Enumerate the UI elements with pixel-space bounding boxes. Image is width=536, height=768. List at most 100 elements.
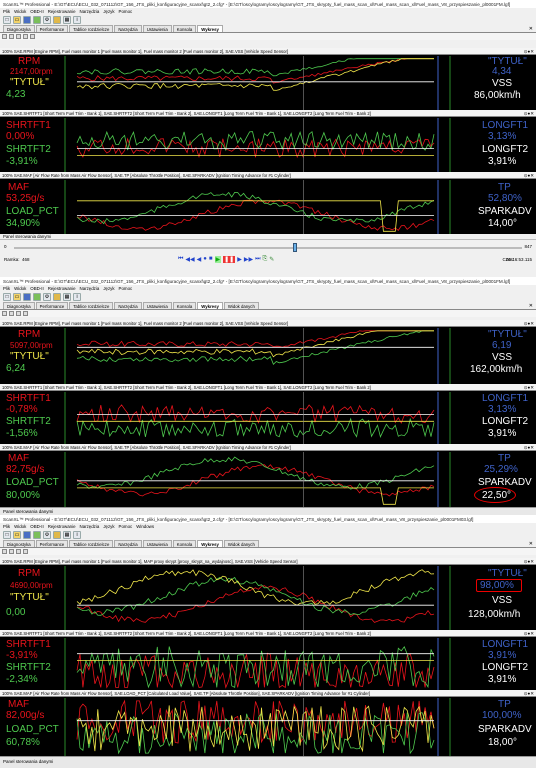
last-frame-icon[interactable]: ⏭	[255, 256, 260, 263]
record-icon[interactable]: ●	[203, 256, 207, 263]
panel-controls-icon[interactable]: ⊙●✕	[524, 445, 534, 450]
close-icon[interactable]: ✕	[529, 303, 533, 309]
settings-icon[interactable]: ⚙	[43, 15, 51, 24]
menu-logging[interactable]: Rejestrowanie	[48, 524, 76, 529]
tab-console[interactable]: Konsola	[172, 540, 197, 547]
export-icon[interactable]	[23, 549, 28, 554]
panel-controls-icon[interactable]: ⊙●✕	[524, 111, 534, 116]
zoom-icon[interactable]	[2, 311, 7, 316]
tab-diagnostics[interactable]: Diagnostyka	[3, 302, 35, 309]
menu-view[interactable]: Widok	[14, 9, 26, 14]
tab-performance[interactable]: Performance	[35, 302, 69, 309]
connect-icon[interactable]	[33, 292, 41, 301]
tab-performance[interactable]: Performance	[35, 540, 69, 547]
menu-tools[interactable]: Narzędzia	[80, 524, 100, 529]
menu-language[interactable]: Język	[103, 524, 114, 529]
chart-fueltrim-2[interactable]	[63, 392, 464, 444]
menu-obd[interactable]: OBD-II	[30, 524, 43, 529]
chart-rpm-2[interactable]	[63, 328, 464, 384]
tab-tools[interactable]: Narzędzia	[114, 540, 142, 547]
tab-console[interactable]: Konsola	[172, 25, 197, 32]
chart-fueltrim-1[interactable]	[63, 118, 464, 172]
new-icon[interactable]: □	[3, 530, 11, 539]
stop-icon[interactable]: ■	[209, 256, 213, 263]
tab-settings[interactable]: Ustawienia	[142, 302, 172, 309]
record-icon[interactable]	[53, 15, 61, 24]
tab-charts[interactable]: Wykresy	[197, 302, 223, 309]
panel-controls-icon[interactable]: ⊙●✕	[524, 49, 534, 54]
tab-diagnostics[interactable]: Diagnostyka	[3, 25, 35, 32]
export-icon[interactable]	[23, 311, 28, 316]
menu-language[interactable]: Język	[103, 286, 114, 291]
zoom-icon[interactable]	[2, 34, 7, 39]
info-icon[interactable]: i	[73, 15, 81, 24]
print-icon[interactable]	[16, 311, 21, 316]
open-icon[interactable]: ▭	[13, 15, 21, 24]
menu-obd[interactable]: OBD-II	[30, 286, 43, 291]
tab-charts[interactable]: Wykresy	[197, 540, 223, 547]
menu-logging[interactable]: Rejestrowanie	[48, 9, 76, 14]
pan-icon[interactable]	[9, 549, 14, 554]
menu-logging[interactable]: Rejestrowanie	[48, 286, 76, 291]
tab-tools[interactable]: Narzędzia	[114, 25, 142, 32]
menu-tools[interactable]: Narzędzia	[80, 286, 100, 291]
connect-icon[interactable]	[33, 530, 41, 539]
tab-charts[interactable]: Wykresy	[197, 25, 223, 32]
new-icon[interactable]: □	[3, 292, 11, 301]
panel-controls-icon[interactable]: ⊙●✕	[524, 559, 534, 564]
grid-icon[interactable]: ▦	[63, 15, 71, 24]
tab-diagnostics[interactable]: Diagnostyka	[3, 540, 35, 547]
layout-icon[interactable]	[30, 34, 35, 39]
new-icon[interactable]: □	[3, 15, 11, 24]
tab-dashboards[interactable]: Tablice rozdzielcze	[69, 25, 114, 32]
menu-file[interactable]: Plik	[3, 9, 10, 14]
menu-help[interactable]: Pomoc	[119, 9, 133, 14]
zoom-icon[interactable]	[2, 549, 7, 554]
info-icon[interactable]: i	[73, 530, 81, 539]
tab-dashboards[interactable]: Tablice rozdzielcze	[69, 540, 114, 547]
marker-icon[interactable]: ✎	[269, 256, 274, 263]
tab-console[interactable]: Konsola	[172, 302, 197, 309]
pan-icon[interactable]	[9, 34, 14, 39]
tab-data-view[interactable]: Widok danych	[223, 540, 259, 547]
timeline-slider[interactable]	[293, 243, 298, 252]
export-icon[interactable]	[23, 34, 28, 39]
panel-controls-icon[interactable]: ⊙●✕	[524, 321, 534, 326]
open-icon[interactable]: ▭	[13, 530, 21, 539]
chart-rpm-1[interactable]	[63, 56, 464, 110]
settings-icon[interactable]: ⚙	[43, 530, 51, 539]
menu-file[interactable]: Plik	[3, 524, 10, 529]
tab-dashboards[interactable]: Tablice rozdzielcze	[69, 302, 114, 309]
save-icon[interactable]	[23, 292, 31, 301]
save-icon[interactable]	[23, 530, 31, 539]
tab-performance[interactable]: Performance	[35, 25, 69, 32]
tab-tools[interactable]: Narzędzia	[114, 302, 142, 309]
pause-icon[interactable]: ❚❚	[223, 256, 236, 263]
chart-fueltrim-3[interactable]	[63, 638, 464, 690]
save-icon[interactable]	[23, 15, 31, 24]
chart-rpm-3[interactable]	[63, 566, 464, 630]
panel-controls-icon[interactable]: ⊙●✕	[524, 173, 534, 178]
menu-file[interactable]: Plik	[3, 286, 10, 291]
step-back-icon[interactable]: ◀	[197, 256, 202, 263]
menu-help[interactable]: Pomoc	[119, 286, 133, 291]
tab-settings[interactable]: Ustawienia	[142, 540, 172, 547]
print-icon[interactable]	[16, 34, 21, 39]
menu-view[interactable]: Widok	[14, 524, 26, 529]
record-icon[interactable]	[53, 292, 61, 301]
tab-settings[interactable]: Ustawienia	[142, 25, 172, 32]
tab-data-view[interactable]: Widok danych	[223, 302, 259, 309]
pan-icon[interactable]	[9, 311, 14, 316]
chart-maf-2[interactable]	[63, 452, 464, 507]
fast-forward-icon[interactable]: ▶▶	[244, 256, 253, 263]
close-icon[interactable]: ✕	[529, 541, 533, 547]
close-icon[interactable]: ✕	[529, 26, 533, 32]
connect-icon[interactable]	[33, 15, 41, 24]
record-icon[interactable]	[53, 530, 61, 539]
menu-help[interactable]: Pomoc	[119, 524, 133, 529]
chart-maf-3[interactable]	[63, 698, 464, 756]
info-icon[interactable]: i	[73, 292, 81, 301]
settings-icon[interactable]: ⚙	[43, 292, 51, 301]
chart-maf-1[interactable]	[63, 180, 464, 234]
grid-icon[interactable]: ▦	[63, 530, 71, 539]
